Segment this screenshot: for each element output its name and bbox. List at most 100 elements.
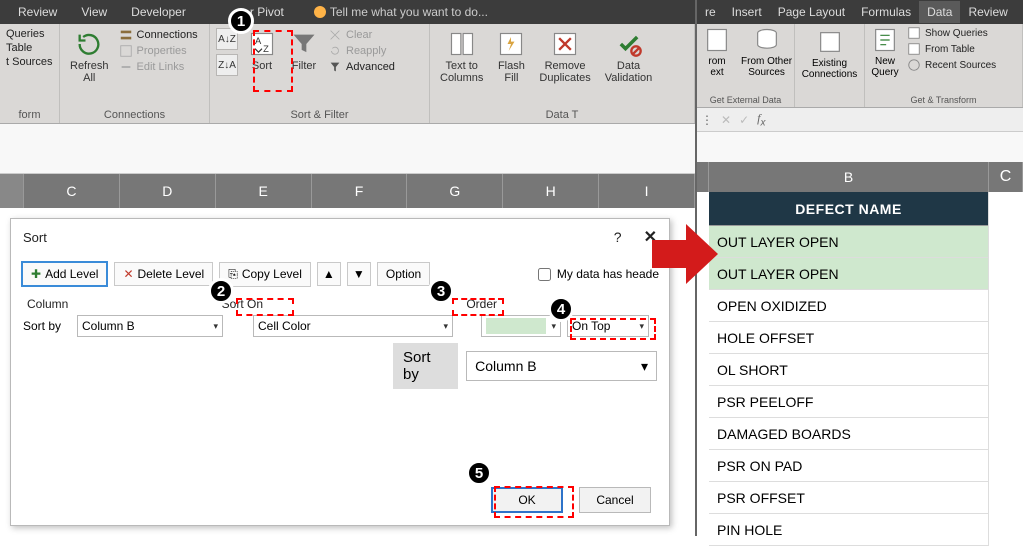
truncated-queries[interactable]: Queries [6,28,53,40]
ribbon-tabs: Review View Developer r Pivot Tell me wh… [0,0,695,24]
table-row[interactable]: HOLE OFFSET [709,322,988,354]
clear-filter-button[interactable]: Clear [328,28,395,42]
col-header-i[interactable]: I [599,174,695,208]
get-transform-label: Get & Transform [869,93,1018,105]
delete-level-button[interactable]: ✕Delete Level [114,262,213,286]
arrow-icon [652,220,718,288]
add-level-button[interactable]: ✚Add Level [21,261,108,287]
edit-links-icon [119,60,133,74]
formula-bar[interactable]: ⋮ ✕ ✓ fx [697,108,1023,132]
tab-view[interactable]: View [69,1,119,23]
svg-text:Z: Z [263,44,269,54]
table-row[interactable]: PIN HOLE [709,514,988,546]
tell-me[interactable]: Tell me what you want to do... [314,5,488,19]
r-tab-review[interactable]: Review [960,1,1015,23]
fb-cancel[interactable]: ✕ [721,113,731,127]
table-row[interactable]: DAMAGED BOARDS [709,418,988,450]
col-header-c[interactable]: C [24,174,120,208]
order-dropdown[interactable]: On Top▾ [567,315,649,337]
table-row[interactable]: OUT LAYER OPEN [709,258,988,290]
dialog-title: Sort [23,230,47,245]
sort-desc-button[interactable]: Z↓A [216,54,238,76]
show-queries-button[interactable]: Show Queries [907,26,996,40]
existing-connections-button[interactable]: Existing Connections [799,26,860,82]
svg-text:A: A [255,36,262,46]
sort-on-dropdown[interactable]: Cell Color▾ [253,315,453,337]
tab-review[interactable]: Review [6,1,69,23]
show-queries-icon [907,26,921,40]
truncated-sources[interactable]: t Sources [6,56,53,68]
sortby-label: Sort by [23,319,77,333]
from-table-icon [907,42,921,56]
right-col-headers: B C [697,162,1023,192]
connections-group-label: Connections [66,107,203,121]
defect-name-column: DEFECT NAME OUT LAYER OPENOUT LAYER OPEN… [709,192,989,546]
sort-dialog: Sort ? ✕ ✚Add Level ✕Delete Level ⎘Copy … [10,218,670,526]
column-headers: C D E F G H I [0,174,695,208]
header-column: Column [23,295,218,313]
from-table-button[interactable]: From Table [907,42,996,56]
ok-button[interactable]: OK [491,487,563,513]
r-tab-formulas[interactable]: Formulas [853,1,919,23]
from-text-icon [703,26,731,54]
flash-fill-icon [497,30,525,58]
truncated-table[interactable]: Table [6,42,53,54]
table-row[interactable]: PSR PEELOFF [709,386,988,418]
new-query-button[interactable]: New Query [869,26,901,78]
connections-icon [119,28,133,42]
col-header-g[interactable]: G [407,174,503,208]
reapply-icon [328,44,342,58]
remove-duplicates-button[interactable]: Remove Duplicates [535,28,594,86]
r-tab-insert[interactable]: Insert [724,1,770,23]
from-other-sources-button[interactable]: From Other Sources [739,26,794,78]
table-row[interactable]: OPEN OXIDIZED [709,290,988,322]
table-row[interactable]: OL SHORT [709,354,988,386]
col-header-h[interactable]: H [503,174,599,208]
fb-enter[interactable]: ✓ [739,113,749,127]
r-tab-data[interactable]: Data [919,1,960,23]
r-tab-0[interactable]: re [697,1,724,23]
copy-level-button[interactable]: ⎘Copy Level [219,262,311,287]
reapply-button[interactable]: Reapply [328,44,395,58]
new-query-icon [871,26,899,54]
cell-color-dropdown[interactable]: ▾ [481,315,561,337]
sort-button[interactable]: AZ Sort [244,28,280,74]
r-col-header-c[interactable]: C [989,162,1023,192]
options-button[interactable]: Option [377,262,430,286]
filter-icon [290,30,318,58]
headers-checkbox-wrap[interactable]: My data has heade [538,267,659,281]
data-validation-button[interactable]: Data Validation [601,28,657,86]
filter-button[interactable]: Filter [286,28,322,74]
headers-checkbox[interactable] [538,268,551,281]
r-row-gutter [697,162,709,192]
col-header-d[interactable]: D [120,174,216,208]
sortby-column-dropdown-2[interactable]: Column B▾ [466,351,657,381]
existing-connections-icon [816,28,844,56]
ribbon-body: Queries Table t Sources form Refresh All… [0,24,695,124]
edit-links-button[interactable]: Edit Links [119,60,198,74]
r-col-header-b[interactable]: B [709,162,989,192]
flash-fill-button[interactable]: Flash Fill [493,28,529,86]
col-header-f[interactable]: F [312,174,408,208]
properties-button[interactable]: Properties [119,44,198,58]
refresh-all-button[interactable]: Refresh All [66,28,113,86]
help-button[interactable]: ? [614,229,622,245]
table-row[interactable]: OUT LAYER OPEN [709,226,988,258]
sortby-column-dropdown[interactable]: Column B▾ [77,315,223,337]
text-to-columns-button[interactable]: Text to Columns [436,28,487,86]
connections-button[interactable]: Connections [119,28,198,42]
advanced-filter-button[interactable]: Advanced [328,60,395,74]
col-header-e[interactable]: E [216,174,312,208]
table-row[interactable]: PSR OFFSET [709,482,988,514]
callout-2: 2 [208,278,234,304]
table-row[interactable]: PSR ON PAD [709,450,988,482]
from-text-button[interactable]: rom ext [701,26,733,78]
move-down-button[interactable]: ▼ [347,262,371,286]
cancel-button[interactable]: Cancel [579,487,651,513]
recent-sources-button[interactable]: Recent Sources [907,58,996,72]
r-tab-page-layout[interactable]: Page Layout [770,1,853,23]
truncated-group-label: form [6,107,53,121]
fx-icon[interactable]: fx [757,111,765,128]
tab-developer[interactable]: Developer [119,1,198,23]
move-up-button[interactable]: ▲ [317,262,341,286]
